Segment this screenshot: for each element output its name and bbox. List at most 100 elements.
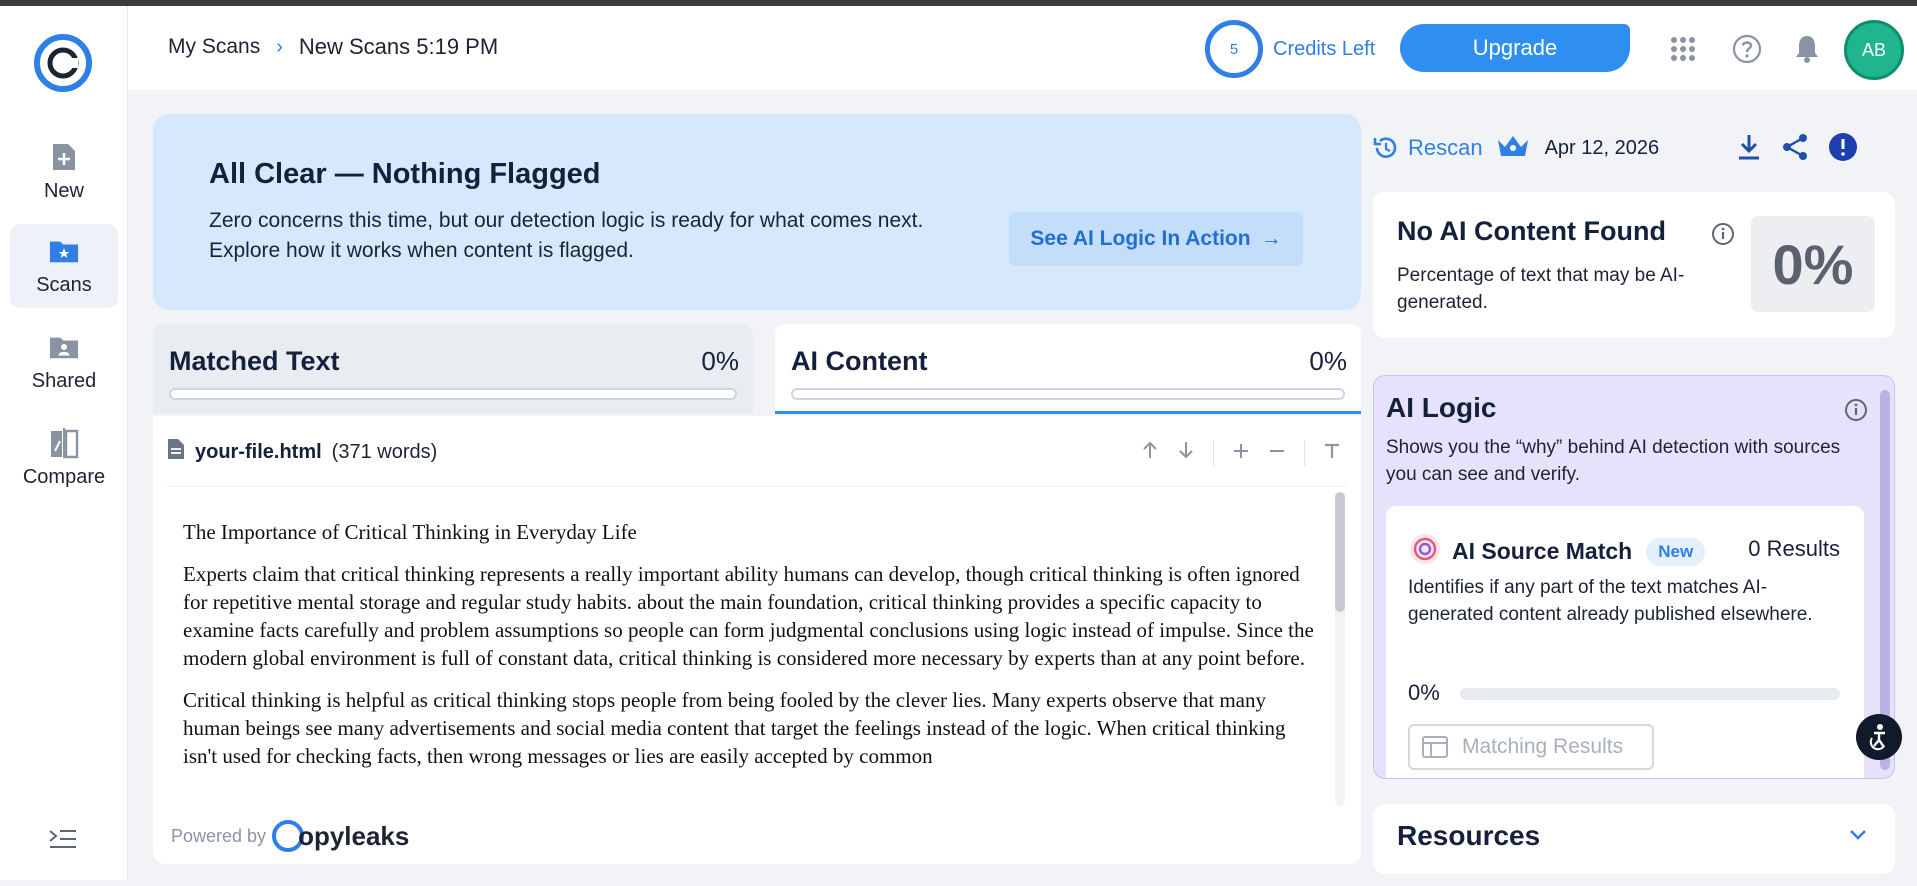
ai-source-match-card: AI Source Match New 0 Results Identifies… [1386, 506, 1864, 778]
sidebar-item-compare[interactable]: Compare [10, 416, 118, 500]
top-header: My Scans › New Scans 5:19 PM 5 Credits L… [128, 6, 1917, 90]
ai-logic-scrollbar[interactable] [1880, 390, 1890, 770]
tab-ai-content[interactable]: AI Content 0% [775, 324, 1361, 414]
document-panel: your-file.html (371 words) The Importanc… [153, 416, 1361, 864]
avatar[interactable]: AB [1844, 20, 1904, 80]
crown-icon [1495, 132, 1531, 165]
sidebar-item-label: New [43, 179, 84, 202]
document-paragraph: Critical thinking is helpful as critical… [183, 688, 1286, 768]
all-clear-banner: All Clear — Nothing Flagged Zero concern… [153, 114, 1361, 310]
ai-content-description: Percentage of text that may be AI-genera… [1397, 265, 1685, 313]
rescan-button[interactable]: Rescan [1372, 134, 1483, 162]
see-ai-logic-button[interactable]: See AI Logic In Action → [1009, 212, 1303, 266]
collapse-menu-icon[interactable] [48, 828, 78, 852]
shared-folder-icon [49, 332, 79, 362]
powered-by: Powered by opyleaks [171, 820, 409, 852]
ai-logic-title: AI Logic [1386, 392, 1497, 423]
apps-grid-icon[interactable] [1668, 34, 1698, 64]
toolbar-divider [1304, 440, 1305, 466]
ai-logic-description: Shows you the “why” behind AI detection … [1386, 437, 1841, 485]
document-header: your-file.html (371 words) [167, 438, 437, 466]
ai-logic-card: AI Logic Shows you the “why” behind AI d… [1373, 375, 1895, 779]
tab-label: Matched Text [169, 346, 340, 376]
rescan-icon [1373, 137, 1397, 158]
target-icon [1408, 532, 1442, 571]
share-icon[interactable] [1780, 132, 1810, 162]
sidebar-item-label: Shared [31, 369, 97, 392]
banner-title: All Clear — Nothing Flagged [209, 158, 601, 190]
chevron-right-icon: › [276, 35, 283, 58]
ai-source-match-percent: 0% [1408, 680, 1440, 705]
credits-count: 5 [1205, 20, 1263, 78]
ai-logic-scroll-thumb[interactable] [1880, 390, 1890, 770]
sidebar-item-shared[interactable]: Shared [10, 320, 118, 404]
arrow-right-icon: → [1260, 227, 1282, 250]
ai-source-match-title: AI Source Match [1452, 538, 1633, 564]
resources-title: Resources [1397, 820, 1541, 851]
alert-icon[interactable] [1828, 132, 1858, 162]
matched-text-progress-bar [169, 388, 737, 400]
credits-indicator[interactable]: 5 Credits Left [1205, 20, 1375, 78]
upgrade-button[interactable]: Upgrade [1400, 24, 1630, 72]
copyleaks-logo-icon[interactable] [34, 34, 92, 92]
ai-source-match-header: AI Source Match New [1408, 532, 1706, 571]
document-scrollbar[interactable] [1335, 492, 1345, 806]
ai-content-title: No AI Content Found [1397, 216, 1666, 246]
see-ai-logic-label: See AI Logic In Action [1030, 227, 1251, 250]
compare-icon [49, 427, 79, 458]
document-title: The Importance of Critical Thinking in E… [183, 520, 637, 544]
help-icon[interactable] [1732, 34, 1762, 64]
tab-label: AI Content [791, 346, 928, 376]
download-icon[interactable] [1734, 132, 1764, 162]
info-icon[interactable] [1711, 222, 1735, 246]
scan-date: Apr 12, 2026 [1544, 136, 1660, 159]
arrow-up-icon[interactable] [1141, 440, 1159, 466]
ai-source-match-description: Identifies if any part of the text match… [1408, 577, 1813, 625]
copyleaks-brand: opyleaks [272, 820, 409, 852]
sidebar-item-label: Scans [36, 273, 92, 296]
copyleaks-brand-text: opyleaks [298, 820, 410, 851]
ai-source-match-results: 0 Results [1748, 536, 1840, 561]
ai-content-summary-card: No AI Content Found Percentage of text t… [1373, 192, 1895, 338]
breadcrumb-my-scans[interactable]: My Scans [168, 35, 260, 59]
document-divider [167, 486, 1347, 487]
result-tabs: Matched Text 0% AI Content 0% [153, 324, 1361, 416]
sidebar-item-label: Compare [22, 465, 106, 488]
sidebar: New Scans Shared Compare [0, 6, 128, 880]
document-scroll-thumb[interactable] [1335, 492, 1345, 612]
breadcrumb-current: New Scans 5:19 PM [298, 34, 499, 59]
powered-by-label: Powered by [171, 825, 267, 846]
bell-icon[interactable] [1792, 34, 1822, 64]
sidebar-item-new[interactable]: New [10, 130, 118, 214]
breadcrumb: My Scans › New Scans 5:19 PM [168, 34, 498, 60]
matching-results-label: Matching Results [1462, 735, 1624, 758]
document-text: The Importance of Critical Thinking in E… [183, 518, 1323, 838]
toolbar-divider [1213, 440, 1214, 466]
chevron-down-icon[interactable] [1849, 828, 1867, 846]
document-icon [167, 438, 185, 466]
banner-text: Zero concerns this time, but our detecti… [209, 209, 924, 262]
tab-percent: 0% [701, 346, 739, 376]
ai-content-percent: 0% [1751, 216, 1875, 312]
document-paragraph: Experts claim that critical thinking rep… [183, 562, 1314, 670]
tab-matched-text[interactable]: Matched Text 0% [153, 324, 753, 414]
info-icon[interactable] [1844, 398, 1868, 422]
document-toolbar [1141, 440, 1341, 466]
report-actions: Rescan Apr 12, 2026 [1372, 126, 1892, 170]
new-badge: New [1646, 537, 1706, 566]
zoom-out-icon[interactable] [1268, 440, 1286, 466]
document-filename: your-file.html [195, 440, 322, 463]
rescan-label: Rescan [1408, 135, 1483, 160]
zoom-in-icon[interactable] [1232, 440, 1250, 466]
resources-card[interactable]: Resources [1373, 804, 1895, 874]
matching-results-button[interactable]: Matching Results [1408, 724, 1654, 770]
sidebar-item-scans[interactable]: Scans [10, 224, 118, 308]
window-icon [1422, 736, 1448, 758]
new-file-icon [49, 142, 79, 172]
scans-folder-icon [49, 236, 79, 266]
accessibility-icon[interactable] [1856, 714, 1902, 760]
text-format-icon[interactable] [1323, 440, 1341, 466]
document-word-count: (371 words) [331, 440, 438, 463]
arrow-down-icon[interactable] [1177, 440, 1195, 466]
tab-percent: 0% [1309, 346, 1347, 376]
